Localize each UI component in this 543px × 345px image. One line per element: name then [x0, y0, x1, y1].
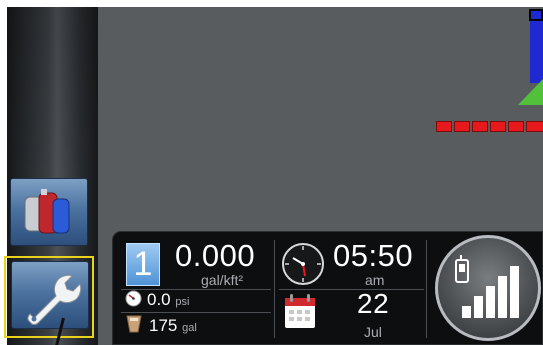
signal-status-button[interactable] — [435, 235, 541, 341]
boom-section — [454, 121, 470, 132]
boom-section — [526, 121, 543, 132]
pressure-gauge-icon — [125, 290, 142, 307]
divider — [121, 312, 271, 313]
signal-strength-icon — [455, 255, 519, 318]
date-day: 22 — [357, 288, 390, 319]
tools-highlight-frame — [4, 256, 94, 338]
time-value: 05:50 — [333, 238, 414, 273]
rate-value: 0.000 — [175, 238, 256, 273]
status-bar: 1 0.000 gal/kft² 0.0 psi 175 gal 05:50 a… — [112, 231, 543, 345]
boom-section — [490, 121, 506, 132]
pressure-unit: psi — [175, 296, 190, 308]
product-tanks-button[interactable] — [10, 178, 88, 246]
time-period: am — [365, 272, 385, 288]
divider — [121, 289, 271, 290]
guidance-arrow — [518, 79, 543, 105]
calendar-icon — [285, 294, 315, 328]
pressure-value: 0.0 — [147, 290, 171, 309]
boom-section — [436, 121, 452, 132]
tank-readout: 175 gal — [149, 316, 197, 336]
tank-icon — [126, 315, 142, 333]
boom-sections — [436, 121, 543, 133]
tank-unit: gal — [182, 322, 197, 334]
pressure-readout: 0.0 psi — [147, 290, 189, 310]
divider — [279, 289, 424, 290]
date-month: Jul — [364, 324, 382, 340]
tank-value: 175 — [149, 316, 178, 335]
panel-divider — [274, 240, 275, 338]
product-tanks-icon — [24, 189, 70, 234]
rail-shading — [7, 7, 98, 177]
clock-icon — [282, 243, 324, 285]
panel-divider — [426, 240, 427, 338]
vehicle-marker-cap — [529, 9, 543, 21]
section-number-badge[interactable]: 1 — [126, 243, 160, 286]
rate-unit: gal/kft² — [201, 272, 244, 288]
vehicle-marker — [530, 13, 543, 83]
boom-section — [472, 121, 488, 132]
boom-section — [508, 121, 524, 132]
